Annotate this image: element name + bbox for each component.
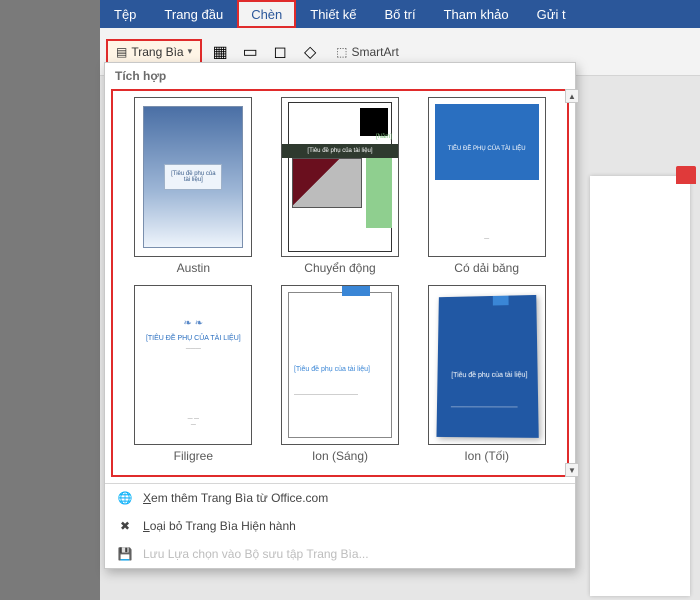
gallery-item-austin[interactable]: [Tiêu đề phụ của tài liệu] Austin bbox=[127, 97, 260, 275]
scroll-up-icon[interactable]: ▲ bbox=[565, 89, 579, 103]
menu-more-from-office[interactable]: 🌐 Xem thêm Trang Bìa từ Office.com bbox=[105, 484, 575, 512]
shapes-icon[interactable]: ◻ bbox=[268, 40, 292, 64]
chevron-down-icon: ▾ bbox=[188, 46, 193, 57]
gallery-item-motion[interactable]: [Năm] [Tiêu đề phụ của tài liệu] Chuyển … bbox=[274, 97, 407, 275]
pictures-icon[interactable]: ▭ bbox=[238, 40, 262, 64]
cover-page-label: Trang Bìa bbox=[131, 45, 183, 59]
page bbox=[590, 176, 690, 596]
gallery-item-filigree[interactable]: ❧ ❧ [TIÊU ĐỀ PHỤ CỦA TÀI LIỆU] ——— — —— … bbox=[127, 285, 260, 463]
gallery-item-label: Filigree bbox=[174, 449, 213, 463]
ribbon-tabbar: Tệp Trang đầu Chèn Thiết kế Bố trí Tham … bbox=[100, 0, 700, 28]
gallery-section-header: Tích hợp bbox=[105, 63, 575, 87]
gallery-item-label: Chuyển động bbox=[304, 261, 375, 275]
scrollbar[interactable]: ▲ ▼ bbox=[565, 89, 579, 477]
menu-label: Lưu Lựa chọn vào Bộ sưu tập Trang Bìa... bbox=[143, 547, 369, 561]
save-icon: 💾 bbox=[117, 546, 133, 562]
icons-icon[interactable]: ◇ bbox=[298, 40, 322, 64]
menu-remove-cover-page[interactable]: ✖ Loại bỏ Trang Bìa Hiện hành bbox=[105, 512, 575, 540]
tab-insert[interactable]: Chèn bbox=[237, 0, 296, 28]
thumbnail: [Tiêu đề phụ của tài liệu] bbox=[281, 285, 399, 445]
thumbnail: [Tiêu đề phụ của tài liệu] bbox=[134, 97, 252, 257]
smartart-icon: ⬚ bbox=[336, 45, 347, 59]
store-icon[interactable] bbox=[676, 166, 696, 184]
gallery-item-ion-dark[interactable]: [Tiêu đề phụ của tài liệu] Ion (Tối) bbox=[420, 285, 553, 463]
gallery-footer-menu: 🌐 Xem thêm Trang Bìa từ Office.com ✖ Loạ… bbox=[105, 483, 575, 568]
tab-home[interactable]: Trang đầu bbox=[150, 0, 237, 28]
gallery-item-label: Có dải băng bbox=[454, 261, 519, 275]
smartart-label: SmartArt bbox=[351, 45, 398, 59]
globe-icon: 🌐 bbox=[117, 490, 133, 506]
table-icon[interactable]: ▦ bbox=[208, 40, 232, 64]
menu-save-selection: 💾 Lưu Lựa chọn vào Bộ sưu tập Trang Bìa.… bbox=[105, 540, 575, 568]
gallery-item-label: Ion (Sáng) bbox=[312, 449, 368, 463]
remove-page-icon: ✖ bbox=[117, 518, 133, 534]
cover-page-gallery: Tích hợp [Tiêu đề phụ của tài liệu] Aust… bbox=[104, 62, 576, 569]
gallery-item-label: Ion (Tối) bbox=[464, 449, 509, 463]
smartart-button[interactable]: ⬚ SmartArt bbox=[328, 41, 407, 63]
thumbnail: [Năm] [Tiêu đề phụ của tài liệu] bbox=[281, 97, 399, 257]
gallery-scroll-area: [Tiêu đề phụ của tài liệu] Austin [Năm] … bbox=[105, 89, 575, 477]
cover-page-button[interactable]: ▤ Trang Bìa ▾ bbox=[106, 39, 202, 65]
thumbnail: ❧ ❧ [TIÊU ĐỀ PHỤ CỦA TÀI LIỆU] ——— — —— bbox=[134, 285, 252, 445]
thumbnail: [Tiêu đề phụ của tài liệu] bbox=[428, 285, 546, 445]
menu-label: Loại bỏ Trang Bìa Hiện hành bbox=[143, 519, 296, 533]
page-icon: ▤ bbox=[116, 45, 127, 59]
gallery-grid: [Tiêu đề phụ của tài liệu] Austin [Năm] … bbox=[111, 89, 569, 477]
tab-references[interactable]: Tham khảo bbox=[430, 0, 523, 28]
scroll-down-icon[interactable]: ▼ bbox=[565, 463, 579, 477]
tab-mailings[interactable]: Gửi t bbox=[523, 0, 580, 28]
menu-label: Xem thêm Trang Bìa từ Office.com bbox=[143, 491, 328, 505]
tab-file[interactable]: Tệp bbox=[100, 0, 150, 28]
thumb-subtitle: [Tiêu đề phụ của tài liệu] bbox=[164, 164, 222, 190]
gallery-item-label: Austin bbox=[177, 261, 210, 275]
gallery-item-banded[interactable]: TIÊU ĐỀ PHỤ CỦA TÀI LIỆU — Có dải băng bbox=[420, 97, 553, 275]
gallery-item-ion-light[interactable]: [Tiêu đề phụ của tài liệu] Ion (Sáng) bbox=[274, 285, 407, 463]
thumbnail: TIÊU ĐỀ PHỤ CỦA TÀI LIỆU — bbox=[428, 97, 546, 257]
tab-layout[interactable]: Bố trí bbox=[371, 0, 430, 28]
tab-design[interactable]: Thiết kế bbox=[296, 0, 370, 28]
